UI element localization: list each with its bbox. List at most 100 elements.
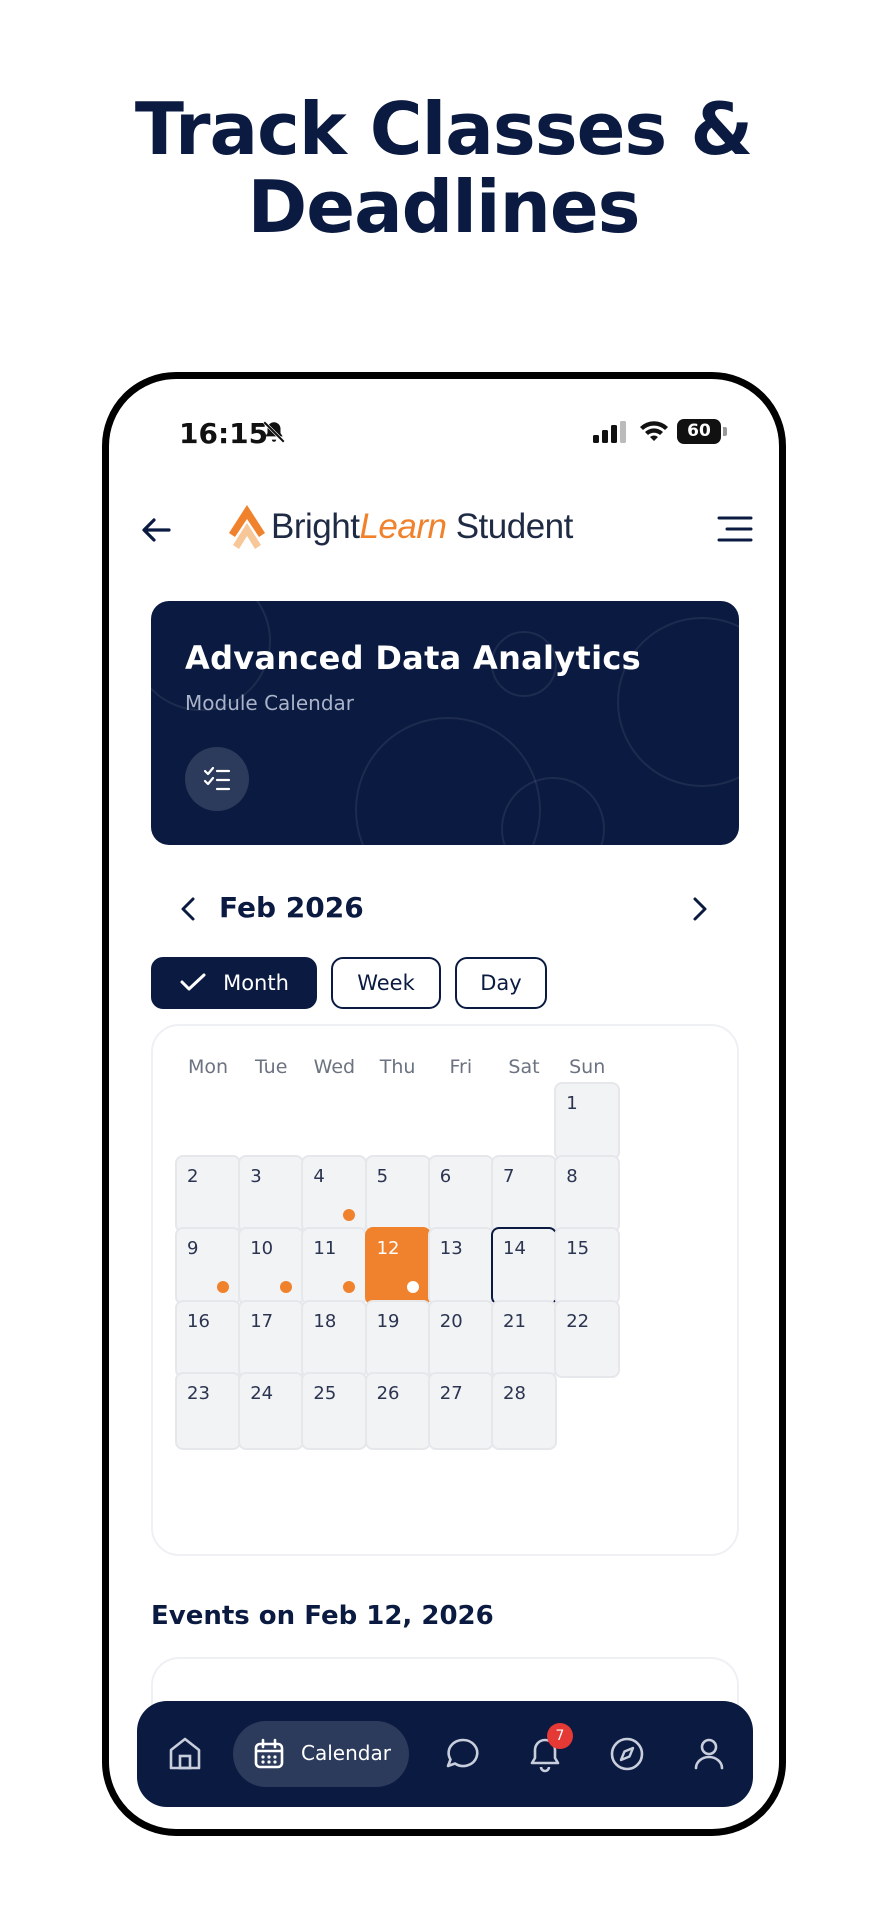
day-number: 8 xyxy=(566,1165,578,1187)
view-day-label: Day xyxy=(480,971,522,995)
view-month-label: Month xyxy=(223,971,289,995)
chevron-right-icon[interactable] xyxy=(683,893,715,925)
menu-icon[interactable] xyxy=(717,513,753,545)
event-dot xyxy=(280,1281,293,1293)
day-number: 11 xyxy=(313,1238,337,1259)
notification-badge: 7 xyxy=(547,1723,573,1749)
phone-frame: 16:15 60 BrightLearn Student Advanced Da… xyxy=(102,372,786,1836)
calendar-day-17[interactable]: 17 xyxy=(238,1299,305,1378)
day-number: 15 xyxy=(566,1238,590,1259)
logo-mark-icon xyxy=(229,505,265,549)
event-dot xyxy=(217,1281,229,1293)
calendar-day-3[interactable]: 3 xyxy=(238,1154,305,1233)
day-number: 3 xyxy=(250,1165,262,1187)
day-number: 4 xyxy=(313,1165,325,1187)
signal-icon xyxy=(593,421,626,443)
day-number: 23 xyxy=(187,1383,210,1404)
day-number: 7 xyxy=(503,1165,515,1187)
checklist-icon xyxy=(203,766,231,791)
weekday-wed: Wed xyxy=(313,1056,356,1078)
day-number: 27 xyxy=(439,1383,463,1404)
day-number: 19 xyxy=(376,1310,400,1332)
status-bar: 16:15 60 xyxy=(109,379,779,469)
calendar-day-16[interactable]: 16 xyxy=(175,1299,241,1378)
calendar-icon xyxy=(254,1738,284,1769)
course-title: Advanced Data Analytics xyxy=(185,639,641,677)
calendar-day-11[interactable]: 11 xyxy=(301,1227,368,1305)
day-number: 10 xyxy=(250,1238,274,1259)
event-dot xyxy=(406,1281,419,1293)
calendar-day-14[interactable]: 14 xyxy=(491,1227,557,1305)
calendar-day-2[interactable]: 2 xyxy=(175,1154,241,1233)
calendar-day-6[interactable]: 6 xyxy=(427,1154,494,1233)
calendar-day-23[interactable]: 23 xyxy=(175,1372,241,1450)
back-arrow-icon[interactable] xyxy=(137,511,175,549)
calendar-day-13[interactable]: 13 xyxy=(427,1227,494,1305)
compass-icon[interactable] xyxy=(601,1728,653,1780)
brand-learn: Learn xyxy=(359,507,447,546)
calendar-day-22[interactable]: 22 xyxy=(554,1299,621,1378)
day-number: 2 xyxy=(187,1165,199,1187)
course-hero-card: Advanced Data Analytics Module Calendar xyxy=(151,601,739,845)
day-number: 9 xyxy=(187,1238,199,1259)
promo-title-line-2: Deadlines xyxy=(247,165,640,249)
view-day-button[interactable]: Day xyxy=(455,957,547,1009)
day-number: 21 xyxy=(503,1310,526,1332)
check-icon xyxy=(180,973,206,991)
calendar-day-21[interactable]: 21 xyxy=(491,1299,557,1378)
calendar-day-25[interactable]: 25 xyxy=(301,1372,368,1450)
view-week-button[interactable]: Week xyxy=(331,957,441,1009)
promo-title-line-1: Track Classes & xyxy=(134,87,753,171)
events-heading: Events on Feb 12, 2026 xyxy=(151,1601,494,1631)
weekday-sat: Sat xyxy=(508,1056,540,1078)
calendar-day-9[interactable]: 9 xyxy=(175,1227,241,1305)
battery-tip xyxy=(723,427,727,436)
day-number: 28 xyxy=(503,1383,526,1404)
day-number: 17 xyxy=(250,1310,274,1332)
view-toggle: Month Week Day xyxy=(151,957,739,1009)
calendar-day-4[interactable]: 4 xyxy=(301,1154,368,1233)
wifi-icon xyxy=(640,421,668,441)
weekday-mon: Mon xyxy=(187,1056,229,1078)
weekday-fri: Fri xyxy=(449,1056,473,1078)
nav-calendar-active[interactable]: Calendar xyxy=(233,1721,409,1787)
month-navigator: Feb 2026 xyxy=(151,887,739,931)
day-number: 5 xyxy=(376,1165,389,1187)
calendar-day-27[interactable]: 27 xyxy=(427,1372,494,1450)
chat-icon[interactable] xyxy=(437,1728,489,1780)
promo-title: Track Classes & Deadlines xyxy=(0,90,887,246)
home-icon[interactable] xyxy=(159,1728,211,1780)
calendar-day-10[interactable]: 10 xyxy=(238,1227,305,1305)
checklist-button[interactable] xyxy=(185,747,249,811)
day-number: 1 xyxy=(566,1093,578,1114)
bell-slash-icon xyxy=(263,421,285,443)
calendar-day-8[interactable]: 8 xyxy=(554,1154,621,1233)
view-month-button[interactable]: Month xyxy=(151,957,317,1009)
view-week-label: Week xyxy=(357,971,415,995)
calendar-day-24[interactable]: 24 xyxy=(238,1372,305,1450)
chevron-left-icon[interactable] xyxy=(173,893,205,925)
brand-student: Student xyxy=(446,507,574,546)
day-number: 25 xyxy=(313,1383,337,1404)
status-time: 16:15 xyxy=(179,417,269,450)
calendar-day-26[interactable]: 26 xyxy=(364,1372,431,1450)
calendar-day-19[interactable]: 19 xyxy=(364,1299,431,1378)
brand-bright: Bright xyxy=(271,507,360,546)
event-dot xyxy=(343,1208,356,1221)
battery-icon: 60 xyxy=(677,419,727,444)
day-number: 26 xyxy=(376,1383,400,1404)
calendar-day-15[interactable]: 15 xyxy=(554,1227,621,1305)
calendar-day-12[interactable]: 12 xyxy=(364,1227,431,1305)
month-label: Feb 2026 xyxy=(219,891,364,924)
calendar-day-20[interactable]: 20 xyxy=(427,1299,494,1378)
calendar-day-7[interactable]: 7 xyxy=(491,1154,557,1233)
calendar-day-18[interactable]: 18 xyxy=(301,1299,368,1378)
app-bar: BrightLearn Student xyxy=(109,499,779,559)
profile-icon[interactable] xyxy=(683,1728,735,1780)
calendar-day-5[interactable]: 5 xyxy=(364,1154,431,1233)
day-number: 22 xyxy=(566,1310,590,1332)
day-number: 12 xyxy=(376,1238,400,1259)
day-number: 6 xyxy=(439,1165,452,1187)
calendar-day-28[interactable]: 28 xyxy=(491,1372,557,1450)
calendar-day-1[interactable]: 1 xyxy=(554,1082,621,1160)
